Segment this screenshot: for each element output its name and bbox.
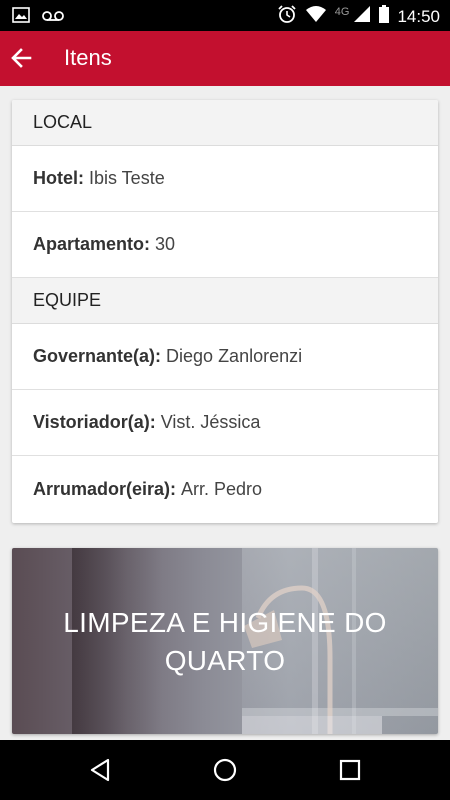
status-bar: 4G 14:50 <box>0 0 450 31</box>
section-header-equipe: EQUIPE <box>12 278 438 324</box>
back-triangle-icon[interactable] <box>87 756 115 784</box>
banner-title-line1: LIMPEZA E HIGIENE DO <box>63 607 387 638</box>
alarm-icon <box>277 4 297 29</box>
recents-square-icon[interactable] <box>336 756 364 784</box>
hotel-value: Ibis Teste <box>89 168 165 188</box>
apartamento-value: 30 <box>155 234 176 254</box>
status-time: 14:50 <box>397 6 440 26</box>
wifi-icon <box>305 5 327 28</box>
section-header-local: LOCAL <box>12 100 438 146</box>
hotel-label: Hotel: <box>33 168 84 188</box>
list-item-arrumador: Arrumador(eira): Arr. Pedro <box>12 456 438 522</box>
image-icon <box>12 7 30 28</box>
info-card: LOCAL Hotel: Ibis Teste Apartamento: 30 … <box>12 100 438 523</box>
banner-title: LIMPEZA E HIGIENE DO QUARTO <box>12 604 438 680</box>
vistoriador-label: Vistoriador(a): <box>33 412 156 432</box>
arrow-back-icon[interactable] <box>8 44 36 72</box>
network-type: 4G <box>334 5 350 18</box>
signal-icon <box>353 5 371 28</box>
battery-icon <box>379 5 390 28</box>
navigation-bar <box>0 740 450 800</box>
home-circle-icon[interactable] <box>211 756 239 784</box>
governante-label: Governante(a): <box>33 346 162 366</box>
arrumador-value: Arr. Pedro <box>181 478 263 499</box>
list-item-hotel: Hotel: Ibis Teste <box>12 146 438 212</box>
banner-title-line2: QUARTO <box>164 645 286 676</box>
list-item-governante: Governante(a): Diego Zanlorenzi <box>12 324 438 390</box>
apartamento-label: Apartamento: <box>33 234 151 254</box>
governante-value: Diego Zanlorenzi <box>166 346 303 366</box>
arrumador-label: Arrumador(eira): <box>33 478 177 499</box>
category-banner-limpeza[interactable]: LIMPEZA E HIGIENE DO QUARTO <box>12 548 438 734</box>
page-title: Itens <box>64 45 112 70</box>
voicemail-icon <box>42 9 64 27</box>
list-item-apartamento: Apartamento: 30 <box>12 212 438 278</box>
list-item-vistoriador: Vistoriador(a): Vist. Jéssica <box>12 390 438 456</box>
app-bar: Itens <box>0 31 450 86</box>
vistoriador-value: Vist. Jéssica <box>160 412 261 432</box>
